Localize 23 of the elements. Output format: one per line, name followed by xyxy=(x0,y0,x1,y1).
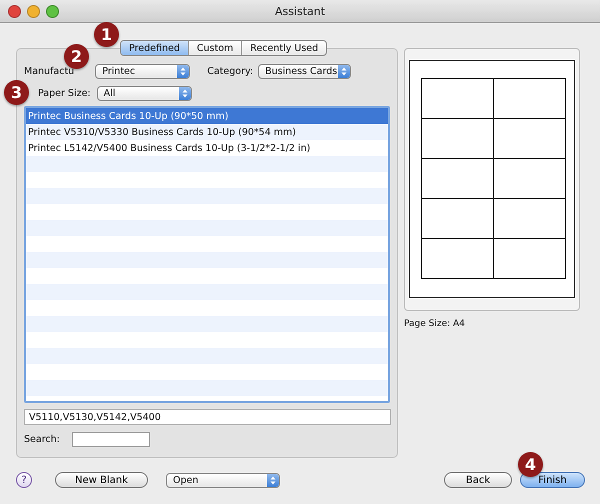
finish-button[interactable]: Finish xyxy=(520,472,585,488)
field-label: Category: xyxy=(207,66,254,76)
manufacturer-popup[interactable]: Printec xyxy=(95,64,190,78)
tab[interactable]: Custom xyxy=(188,41,242,55)
help-button[interactable]: ? xyxy=(16,472,32,488)
page-size-label: Page Size: A4 xyxy=(404,319,466,329)
category-popup[interactable]: Business Cards xyxy=(258,64,352,78)
step-badge: 3 xyxy=(4,80,29,105)
window-title: Assistant xyxy=(274,4,326,18)
back-button[interactable]: Back xyxy=(444,472,512,488)
paper-size-popup[interactable]: All xyxy=(96,86,192,100)
template-row[interactable]: Printec Business Cards 10-Up (90*50 mm) xyxy=(26,108,388,124)
step-badge: 1 xyxy=(94,22,119,47)
models-field: V5110,V5130,V5142,V5400 xyxy=(24,409,391,425)
open-popup[interactable]: Open xyxy=(166,472,280,488)
tab[interactable]: Predefined xyxy=(121,41,188,55)
tab[interactable]: Recently Used xyxy=(241,41,326,55)
template-row[interactable]: Printec L5142/V5400 Business Cards 10-Up (3-1/2*2-1/2 in) xyxy=(26,140,388,156)
step-badge: 4 xyxy=(518,452,543,477)
field-label: Paper Size: xyxy=(38,88,91,98)
template-row[interactable]: Printec V5310/V5330 Business Cards 10-Up (90*54 mm) xyxy=(26,124,388,140)
new-blank-button[interactable]: New Blank xyxy=(55,472,148,488)
field-label: Search: xyxy=(24,434,60,444)
